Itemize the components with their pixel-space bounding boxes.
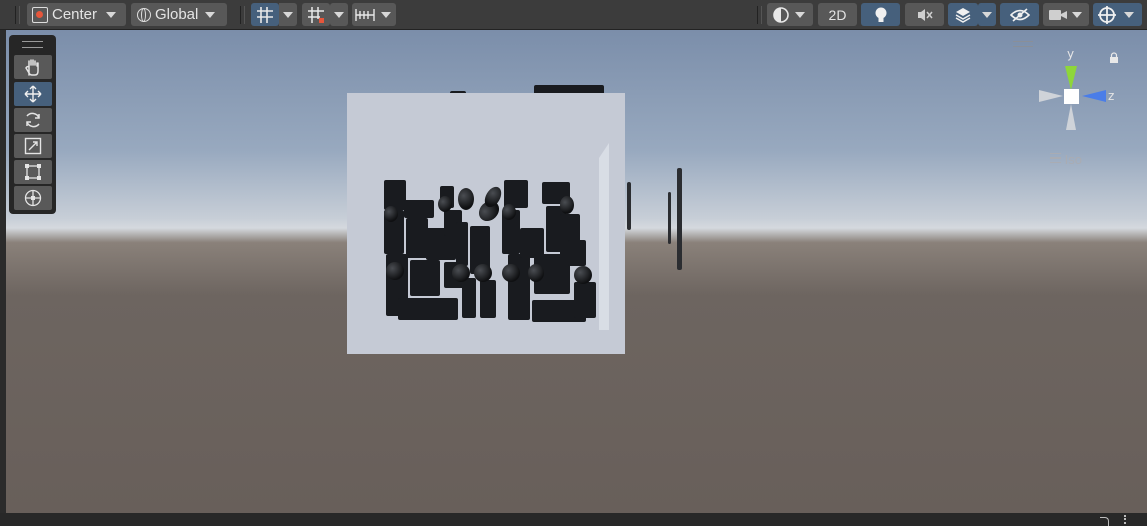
hand-icon [25, 59, 39, 76]
rotate-icon [26, 112, 40, 128]
chevron-down-icon [1072, 11, 1082, 18]
transform-icon [24, 189, 42, 207]
chevron-down-icon [283, 11, 293, 18]
visibility-icon [1009, 7, 1030, 22]
shading-icon [773, 6, 789, 23]
audio-toggle[interactable] [905, 3, 944, 26]
chevron-down-icon [381, 11, 391, 18]
effects-icon [955, 7, 971, 23]
pivot-mode-dropdown[interactable]: Center [27, 3, 126, 26]
scene-toolbar: Center Global 2D [0, 0, 1147, 30]
rect-tool-button[interactable] [14, 160, 52, 184]
increment-snap-icon [308, 6, 324, 23]
gizmos-icon [1098, 5, 1116, 24]
cube-inner-face [599, 143, 609, 330]
grid-snap-icon [257, 6, 273, 23]
pivot-icon [32, 6, 48, 23]
audio-mute-icon [917, 8, 933, 21]
background-object[interactable] [627, 182, 631, 230]
projection-toggle[interactable]: Iso [1050, 152, 1082, 167]
increment-snap-menu[interactable] [330, 3, 348, 26]
projection-label: Iso [1064, 152, 1082, 167]
move-tool-button[interactable] [14, 82, 52, 106]
status-strip [0, 513, 1147, 526]
scale-tool-button[interactable] [14, 134, 52, 158]
z-axis-label: z [1108, 89, 1115, 103]
rotate-tool-button[interactable] [14, 108, 52, 132]
space-mode-dropdown[interactable]: Global [131, 3, 227, 26]
transform-tool-button[interactable] [14, 186, 52, 210]
shading-mode-dropdown[interactable] [767, 3, 813, 26]
orientation-gizmo[interactable]: y z [1034, 44, 1124, 134]
chevron-down-icon [982, 11, 992, 18]
overlay-grip[interactable] [1013, 41, 1033, 47]
layout-icon[interactable] [1100, 517, 1109, 526]
chevron-down-icon [334, 11, 344, 18]
toolbar-grip[interactable] [240, 6, 245, 24]
lighting-toggle[interactable] [861, 3, 900, 26]
background-object[interactable] [668, 192, 671, 244]
toggle-2d-button[interactable]: 2D [818, 3, 857, 26]
more-options-icon[interactable] [1124, 515, 1129, 524]
toolbar-grip[interactable] [757, 6, 762, 24]
toggle-2d-label: 2D [828, 6, 847, 23]
overlay-grip[interactable] [22, 41, 43, 48]
globe-icon [137, 7, 151, 22]
chevron-down-icon [106, 11, 117, 18]
toolbar-grip[interactable] [15, 6, 20, 24]
ruler-snap-dropdown[interactable] [352, 3, 396, 26]
move-icon [24, 85, 42, 103]
chevron-down-icon [795, 11, 805, 18]
grid-snap-button[interactable] [251, 3, 279, 26]
grid-snap-menu[interactable] [279, 3, 297, 26]
ruler-icon [355, 8, 375, 21]
camera-icon [1049, 9, 1067, 20]
hidden-objects-toggle[interactable] [1000, 3, 1039, 26]
chevron-down-icon [1124, 11, 1134, 18]
gizmos-dropdown[interactable] [1093, 3, 1142, 26]
chevron-down-icon [205, 11, 216, 18]
increment-snap-button[interactable] [302, 3, 330, 26]
hand-tool-button[interactable] [14, 55, 52, 79]
menu-icon [1050, 153, 1061, 163]
effects-toggle[interactable] [948, 3, 978, 26]
rect-icon [25, 164, 41, 180]
scale-icon [24, 137, 42, 155]
camera-settings-dropdown[interactable] [1043, 3, 1089, 26]
effects-menu[interactable] [978, 3, 996, 26]
light-icon [875, 7, 886, 22]
pivot-mode-label: Center [52, 6, 98, 23]
tools-overlay [9, 35, 56, 214]
y-axis-label: y [1067, 47, 1075, 61]
background-object[interactable] [677, 168, 682, 270]
space-mode-label: Global [155, 6, 199, 23]
